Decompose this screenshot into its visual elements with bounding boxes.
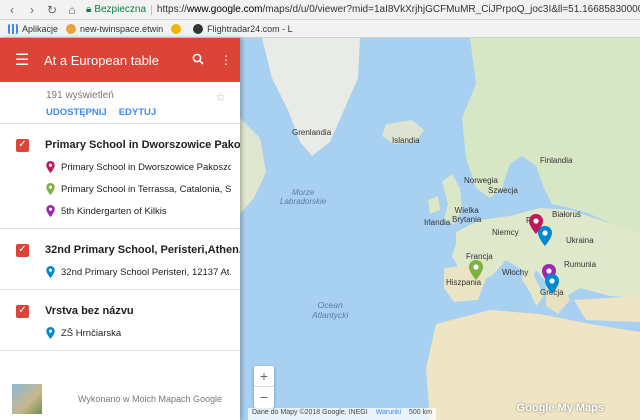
map-meta: 191 wyświetleń UDOSTĘPNIJ EDYTUJ ☆ [0, 82, 240, 124]
layer-title: Vrstva bez názvu [45, 305, 134, 317]
more-options-icon[interactable]: ⋮ [212, 53, 240, 67]
map-land [240, 38, 640, 420]
back-icon[interactable]: ‹ [4, 2, 20, 18]
bookmark-label: Flightradar24.com - L [207, 23, 293, 34]
map-marker-terrassa[interactable] [469, 260, 483, 280]
map-marker-peristeri[interactable] [545, 274, 559, 294]
layer-list: ✓ Primary School in Dworszowice Pako... Pr… [0, 124, 240, 351]
made-with-text: Wykonano w Moich Mapach Google [78, 394, 222, 404]
hamburger-menu-icon[interactable]: ☰ [0, 38, 44, 82]
layer-title: 32nd Primary School, Peristeri,Athen... [45, 244, 240, 256]
place-name: Primary School in Terrassa, Catalonia, S… [61, 183, 231, 195]
share-button[interactable]: UDOSTĘPNIJ [46, 107, 107, 118]
layer-checkbox[interactable]: ✓ [16, 304, 29, 318]
layer-title: Primary School in Dworszowice Pako... [45, 139, 240, 151]
secure-label: Bezpieczna [94, 4, 147, 15]
place-name: ZŠ Hrnčiarska [61, 327, 122, 339]
url-separator: | [150, 3, 153, 16]
apps-grid-icon [8, 23, 18, 34]
layer-section: ✓ 32nd Primary School, Peristeri,Athen...… [0, 229, 240, 290]
orange-circle-icon [171, 23, 182, 34]
map-pin-icon [46, 266, 55, 278]
edit-button[interactable]: EDYTUJ [119, 107, 156, 118]
map-label-belarus: Białoruś [552, 210, 581, 219]
layer-section: ✓ Vrstva bez názvu ZŠ Hrnčiarska [0, 290, 240, 351]
terms-link[interactable]: Warunki [376, 409, 401, 416]
map-pin-icon [46, 161, 55, 173]
bookmark-flightradar[interactable]: Flightradar24.com - L [193, 23, 293, 34]
bookmarks-bar: Aplikacje new-twinspace.etwin Flightrada… [0, 20, 640, 38]
url-path: /maps/d/u/0/viewer?mid=1aI8VkXrjhjGCFMuM… [262, 4, 640, 15]
map-label-uk: Wielka Brytania [452, 206, 482, 224]
bookmark-label: Aplikacje [22, 23, 59, 34]
lock-icon: 🔒︎ [86, 4, 92, 15]
address-bar[interactable]: ‹ › ↻ ⌂ 🔒︎ Bezpieczna | https://www.goog… [0, 0, 640, 20]
place-item[interactable]: Primary School in Dworszowice Pakoszo... [0, 156, 240, 178]
map-thumbnail[interactable] [12, 384, 42, 414]
url-prefix: https:// [156, 4, 187, 15]
url-host: www.google.com [186, 4, 263, 15]
scale-text: 500 km [409, 409, 432, 416]
place-item[interactable]: ZŠ Hrnčiarska [0, 322, 240, 344]
legend-panel: ☰ At a European table ⋮ 191 wyświetleń U… [0, 38, 240, 420]
layer-checkbox[interactable]: ✓ [16, 138, 29, 152]
zoom-in-button[interactable]: + [254, 366, 274, 387]
url-field[interactable]: https://www.google.com/maps/d/u/0/viewer… [157, 4, 640, 15]
map-label-iceland: Islandia [392, 136, 420, 145]
map-title: At a European table [44, 52, 159, 68]
panel-header: ☰ At a European table ⋮ [0, 38, 240, 82]
map-label-romania: Rumunia [564, 260, 597, 269]
map-canvas[interactable]: Grenlandia Islandia Morze Labradorskie O… [240, 38, 640, 420]
home-icon[interactable]: ⌂ [64, 2, 80, 18]
map-label-norway: Norwegia [464, 176, 498, 185]
place-item[interactable]: 32nd Primary School Peristeri, 12137 At.… [0, 261, 240, 283]
view-count: 191 wyświetleń [46, 90, 114, 101]
map-pin-icon [46, 205, 55, 217]
place-item[interactable]: 5th Kindergarten of Kilkis [0, 200, 240, 222]
layer-header[interactable]: ✓ Vrstva bez názvu [0, 300, 240, 322]
map-label-ireland: Irlandia [424, 218, 451, 227]
map-label-greenland: Grenlandia [292, 128, 332, 137]
twinspace-icon [66, 23, 77, 34]
place-name: 32nd Primary School Peristeri, 12137 At.… [61, 266, 231, 278]
bookmark-apps[interactable]: Aplikacje [8, 23, 59, 34]
map-label-atlantic-ocean: Ocean Atlantycki [312, 300, 349, 320]
bookmark-twinspace[interactable]: new-twinspace.etwin [66, 23, 164, 34]
layer-section: ✓ Primary School in Dworszowice Pako... Pr… [0, 124, 240, 229]
map-attribution: Dane do Mapy ©2018 Google, INEGI Warunki… [248, 408, 436, 420]
attribution-text: Dane do Mapy ©2018 Google, INEGI [252, 409, 368, 416]
place-name: 5th Kindergarten of Kilkis [61, 205, 167, 217]
map-pin-icon [46, 327, 55, 339]
panel-footer: Wykonano w Moich Mapach Google [0, 378, 240, 420]
bookmark-label: new-twinspace.etwin [80, 23, 164, 34]
map-label-sweden: Szwecja [488, 186, 518, 195]
map-label-finland: Finlandia [540, 156, 573, 165]
flightradar-icon [193, 23, 204, 34]
bookmark-orange[interactable] [171, 23, 185, 34]
map-marker-hrnciarska[interactable] [538, 226, 552, 246]
map-label-labrador-sea: Morze Labradorskie [280, 188, 327, 206]
place-item[interactable]: Primary School in Terrassa, Catalonia, S… [0, 178, 240, 200]
star-icon[interactable]: ☆ [215, 90, 226, 104]
layer-header[interactable]: ✓ 32nd Primary School, Peristeri,Athen... [0, 239, 240, 261]
place-name: Primary School in Dworszowice Pakoszo... [61, 161, 231, 173]
zoom-control: + − [254, 366, 274, 408]
reload-icon[interactable]: ↻ [44, 2, 60, 18]
map-label-italy: Włochy [502, 268, 529, 277]
google-my-maps-logo: Google My Maps [516, 402, 604, 414]
map-label-ukraine: Ukraina [566, 236, 594, 245]
map-pin-icon [46, 183, 55, 195]
zoom-out-button[interactable]: − [254, 387, 274, 408]
search-icon[interactable] [184, 53, 212, 68]
layer-checkbox[interactable]: ✓ [16, 243, 29, 257]
forward-icon[interactable]: › [24, 2, 40, 18]
layer-header[interactable]: ✓ Primary School in Dworszowice Pako... [0, 134, 240, 156]
map-label-germany: Niemcy [492, 228, 519, 237]
